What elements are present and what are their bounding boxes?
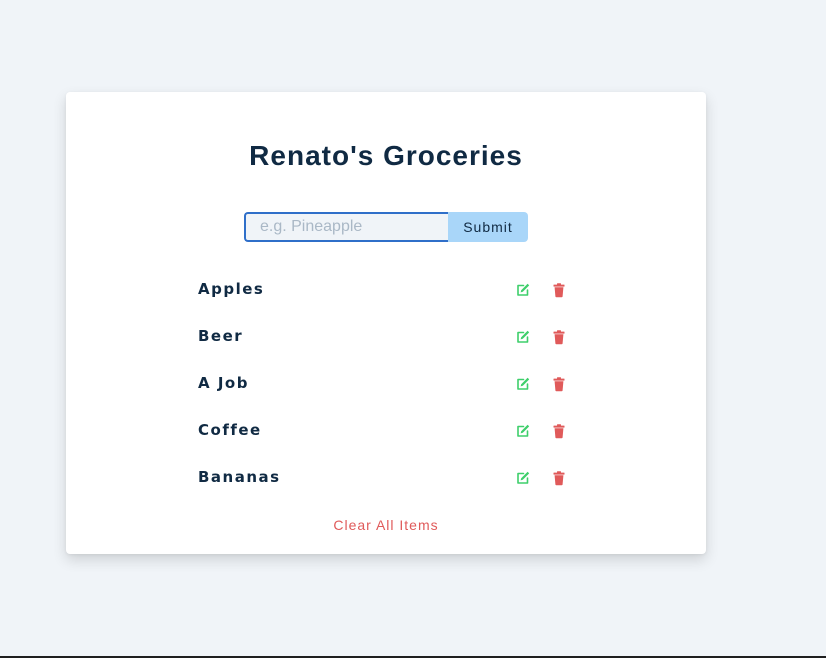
list-item: Beer [198, 319, 572, 366]
submit-button[interactable]: Submit [448, 212, 528, 242]
grocery-list: Apples Beer A Job Coffee Bananas [198, 272, 572, 507]
item-label: Beer [198, 327, 244, 345]
delete-button[interactable] [551, 329, 567, 345]
delete-button[interactable] [551, 376, 567, 392]
item-label: Apples [198, 280, 265, 298]
clear-all-button[interactable]: Clear All Items [66, 517, 706, 533]
edit-button[interactable] [515, 470, 531, 486]
page-title: Renato's Groceries [249, 140, 523, 171]
item-label: A Job [198, 374, 249, 392]
edit-icon [517, 283, 530, 296]
grocery-card: Renato's Groceries Submit Apples B [66, 92, 706, 554]
delete-button[interactable] [551, 282, 567, 298]
item-label: Bananas [198, 468, 281, 486]
delete-button[interactable] [551, 423, 567, 439]
edit-icon [517, 330, 530, 343]
edit-icon [517, 424, 530, 437]
trash-icon [553, 377, 565, 392]
edit-button[interactable] [515, 329, 531, 345]
edit-button[interactable] [515, 282, 531, 298]
trash-icon [553, 424, 565, 439]
trash-icon [553, 283, 565, 298]
trash-icon [553, 330, 565, 345]
item-input[interactable] [244, 212, 448, 242]
item-label: Coffee [198, 421, 262, 439]
list-item: Apples [198, 272, 572, 319]
list-item: Bananas [198, 460, 572, 507]
edit-button[interactable] [515, 423, 531, 439]
page: { "app": { "title": "Renato's Groceries"… [0, 0, 826, 658]
list-item: A Job [198, 366, 572, 413]
list-item: Coffee [198, 413, 572, 460]
delete-button[interactable] [551, 470, 567, 486]
add-item-form: Submit [244, 212, 528, 242]
trash-icon [553, 471, 565, 486]
edit-button[interactable] [515, 376, 531, 392]
edit-icon [517, 377, 530, 390]
edit-icon [517, 471, 530, 484]
